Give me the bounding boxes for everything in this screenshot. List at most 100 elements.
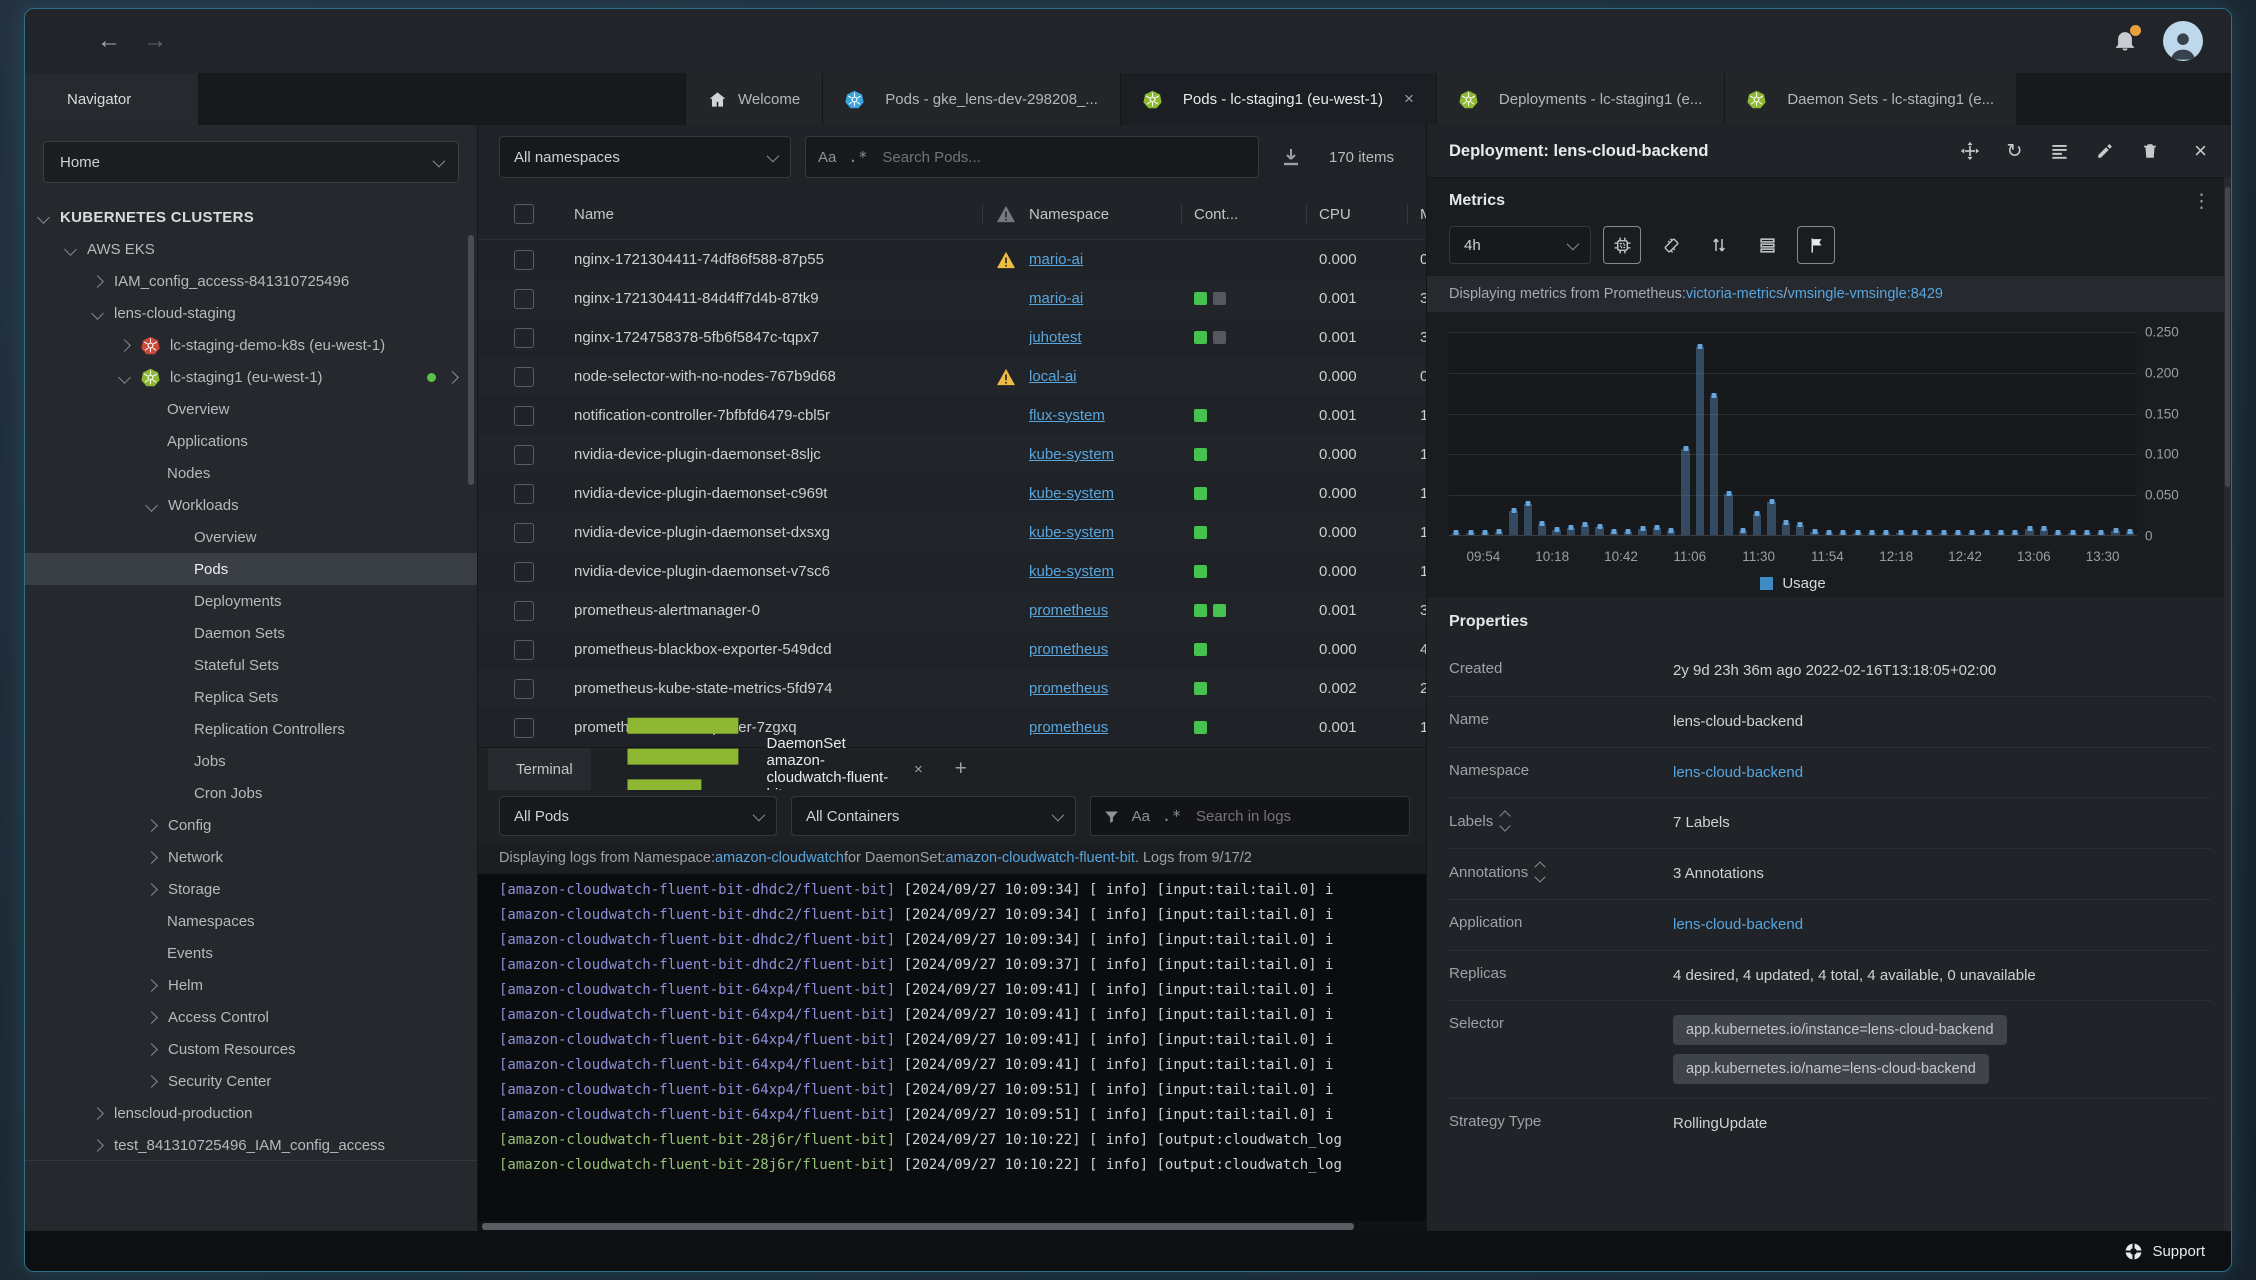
row-checkbox[interactable]: [514, 639, 534, 660]
table-row[interactable]: node-selector-with-no-nodes-767b9d68 loca…: [478, 357, 1428, 396]
kebab-menu-icon[interactable]: ⋮: [2192, 190, 2211, 213]
namespace-link[interactable]: flux-system: [1029, 407, 1105, 424]
row-checkbox[interactable]: [514, 444, 534, 465]
tab-pods-gke-lens-dev-298208-[interactable]: Pods - gke_lens-dev-298208_...: [823, 73, 1121, 125]
namespace-link[interactable]: kube-system: [1029, 446, 1114, 463]
sidebar-item-events[interactable]: Events: [25, 937, 477, 969]
namespace-link[interactable]: juhotest: [1029, 329, 1082, 346]
forward-arrow-icon[interactable]: →: [143, 29, 167, 53]
sidebar-item-lenscloud-production[interactable]: lenscloud-production: [25, 1097, 477, 1129]
stacked-bars-icon[interactable]: [1749, 227, 1785, 263]
notifications-bell-icon[interactable]: [2113, 25, 2141, 54]
chart-legend[interactable]: Usage: [1449, 575, 2137, 592]
user-avatar[interactable]: [2163, 21, 2203, 61]
sidebar-item-iam-config-access-841310725496[interactable]: IAM_config_access-841310725496: [25, 265, 477, 297]
expand-toggle-icon[interactable]: [1499, 810, 1511, 832]
sidebar-item-lc-staging1-eu-west-1-[interactable]: lc-staging1 (eu-west-1): [25, 361, 477, 393]
sidebar-item-kubernetes-clusters[interactable]: KUBERNETES CLUSTERS: [25, 201, 477, 233]
row-checkbox[interactable]: [514, 600, 534, 621]
dock-tab-terminal[interactable]: Terminal: [488, 748, 591, 790]
back-arrow-icon[interactable]: ←: [97, 29, 121, 53]
sidebar-item-stateful-sets[interactable]: Stateful Sets: [25, 649, 477, 681]
sidebar-item-custom-resources[interactable]: Custom Resources: [25, 1033, 477, 1065]
pod-filter-select[interactable]: All Pods: [499, 796, 777, 836]
pods-search-input[interactable]: [880, 147, 1246, 167]
sidebar-item-helm[interactable]: Helm: [25, 969, 477, 1001]
logs-horizontal-scrollbar[interactable]: [478, 1221, 1426, 1231]
sidebar-item-deployments[interactable]: Deployments: [25, 585, 477, 617]
container-filter-select[interactable]: All Containers: [790, 796, 1076, 836]
sidebar-item-pods[interactable]: Pods: [25, 553, 477, 585]
detail-panel-scrollbar[interactable]: [2224, 177, 2231, 1231]
namespace-link[interactable]: kube-system: [1029, 524, 1114, 541]
sort-arrows-icon[interactable]: [1701, 227, 1737, 263]
property-value[interactable]: lens-cloud-backend: [1673, 914, 1803, 936]
sidebar-item-security-center[interactable]: Security Center: [25, 1065, 477, 1097]
namespace-link[interactable]: prometheus: [1029, 680, 1108, 697]
table-row[interactable]: nginx-1721304411-74df86f588-87p55 mario-a…: [478, 240, 1428, 279]
tab-pods-lc-staging1-eu-west-1-[interactable]: Pods - lc-staging1 (eu-west-1) ×: [1120, 73, 1437, 125]
regex-icon[interactable]: .*: [1162, 807, 1182, 825]
move-panel-icon[interactable]: [1959, 141, 1980, 162]
match-case-icon[interactable]: Aa: [1132, 808, 1150, 825]
row-checkbox[interactable]: [514, 522, 534, 543]
row-checkbox[interactable]: [514, 483, 534, 504]
namespace-link[interactable]: local-ai: [1029, 368, 1077, 385]
namespace-link[interactable]: mario-ai: [1029, 290, 1083, 307]
row-checkbox[interactable]: [514, 561, 534, 582]
refresh-icon[interactable]: ↻: [2004, 141, 2025, 162]
namespace-link[interactable]: prometheus: [1029, 719, 1108, 736]
row-checkbox[interactable]: [514, 327, 534, 348]
download-icon[interactable]: [1279, 145, 1303, 169]
namespace-link[interactable]: kube-system: [1029, 563, 1114, 580]
table-row[interactable]: prometheus-alertmanager-0 prometheus 0.001…: [478, 591, 1475, 630]
sidebar-item-namespaces[interactable]: Namespaces: [25, 905, 477, 937]
log-output[interactable]: [amazon-cloudwatch-fluent-bit-dhdc2/flue…: [478, 874, 1426, 1221]
row-checkbox[interactable]: [514, 405, 534, 426]
tab-welcome[interactable]: Welcome: [685, 73, 824, 125]
dock-tab-daemonset-amazon-cloudwatch-fl[interactable]: DaemonSet amazon-cloudwatch-fluent-bit×: [591, 717, 941, 803]
filter-funnel-icon[interactable]: [1103, 808, 1120, 825]
vmsingle-link[interactable]: vmsingle-vmsingle:8429: [1787, 286, 1943, 302]
sidebar-item-config[interactable]: Config: [25, 809, 477, 841]
column-namespace[interactable]: Namespace: [1029, 206, 1181, 223]
victoria-metrics-link[interactable]: victoria-metrics: [1686, 286, 1783, 302]
tab-deployments-lc-staging1-e-[interactable]: Deployments - lc-staging1 (e...: [1436, 73, 1726, 125]
sidebar-item-lens-cloud-staging[interactable]: lens-cloud-staging: [25, 297, 477, 329]
daemonset-link[interactable]: amazon-cloudwatch-fluent-bit: [946, 850, 1135, 866]
edit-pencil-icon[interactable]: [2094, 141, 2115, 162]
sidebar-item-daemon-sets[interactable]: Daemon Sets: [25, 617, 477, 649]
namespace-select[interactable]: All namespaces: [499, 136, 791, 178]
select-all-checkbox[interactable]: [514, 204, 534, 224]
flag-icon[interactable]: [1797, 226, 1835, 264]
context-select[interactable]: Home: [43, 141, 459, 183]
namespace-link[interactable]: mario-ai: [1029, 251, 1083, 268]
cpu-metric-button[interactable]: [1603, 226, 1641, 264]
table-row[interactable]: prometheus-blackbox-exporter-549dcd prome…: [478, 630, 1467, 669]
logs-search-input[interactable]: [1194, 806, 1397, 826]
row-checkbox[interactable]: [514, 366, 534, 387]
match-case-icon[interactable]: Aa: [818, 149, 836, 166]
namespace-link[interactable]: prometheus: [1029, 602, 1108, 619]
sidebar-item-overview[interactable]: Overview: [25, 393, 477, 425]
row-checkbox[interactable]: [514, 678, 534, 699]
sidebar-scrollbar[interactable]: [468, 235, 474, 485]
sidebar-item-test-841310725496-iam-config-acc[interactable]: test_841310725496_IAM_config_access: [25, 1129, 477, 1156]
namespace-link[interactable]: prometheus: [1029, 641, 1108, 658]
sidebar-item-replica-sets[interactable]: Replica Sets: [25, 681, 477, 713]
tab-close-icon[interactable]: ×: [1404, 89, 1414, 109]
namespace-link[interactable]: amazon-cloudwatch: [715, 850, 844, 866]
time-range-select[interactable]: 4h: [1449, 226, 1591, 264]
row-checkbox[interactable]: [514, 249, 534, 270]
sidebar-item-applications[interactable]: Applications: [25, 425, 477, 457]
close-panel-icon[interactable]: ×: [2190, 138, 2211, 163]
sidebar-item-network[interactable]: Network: [25, 841, 477, 873]
sidebar-item-cron-jobs[interactable]: Cron Jobs: [25, 777, 477, 809]
sidebar-item-workloads[interactable]: Workloads: [25, 489, 477, 521]
sidebar-item-access-control[interactable]: Access Control: [25, 1001, 477, 1033]
menu-lines-icon[interactable]: [2049, 141, 2070, 162]
tab-daemon-sets-lc-staging1-e-[interactable]: Daemon Sets - lc-staging1 (e...: [1725, 73, 2018, 125]
row-checkbox[interactable]: [514, 717, 534, 738]
table-row[interactable]: nvidia-device-plugin-daemonset-8sljc kube…: [478, 435, 1467, 474]
support-button[interactable]: Support: [2124, 1242, 2205, 1261]
